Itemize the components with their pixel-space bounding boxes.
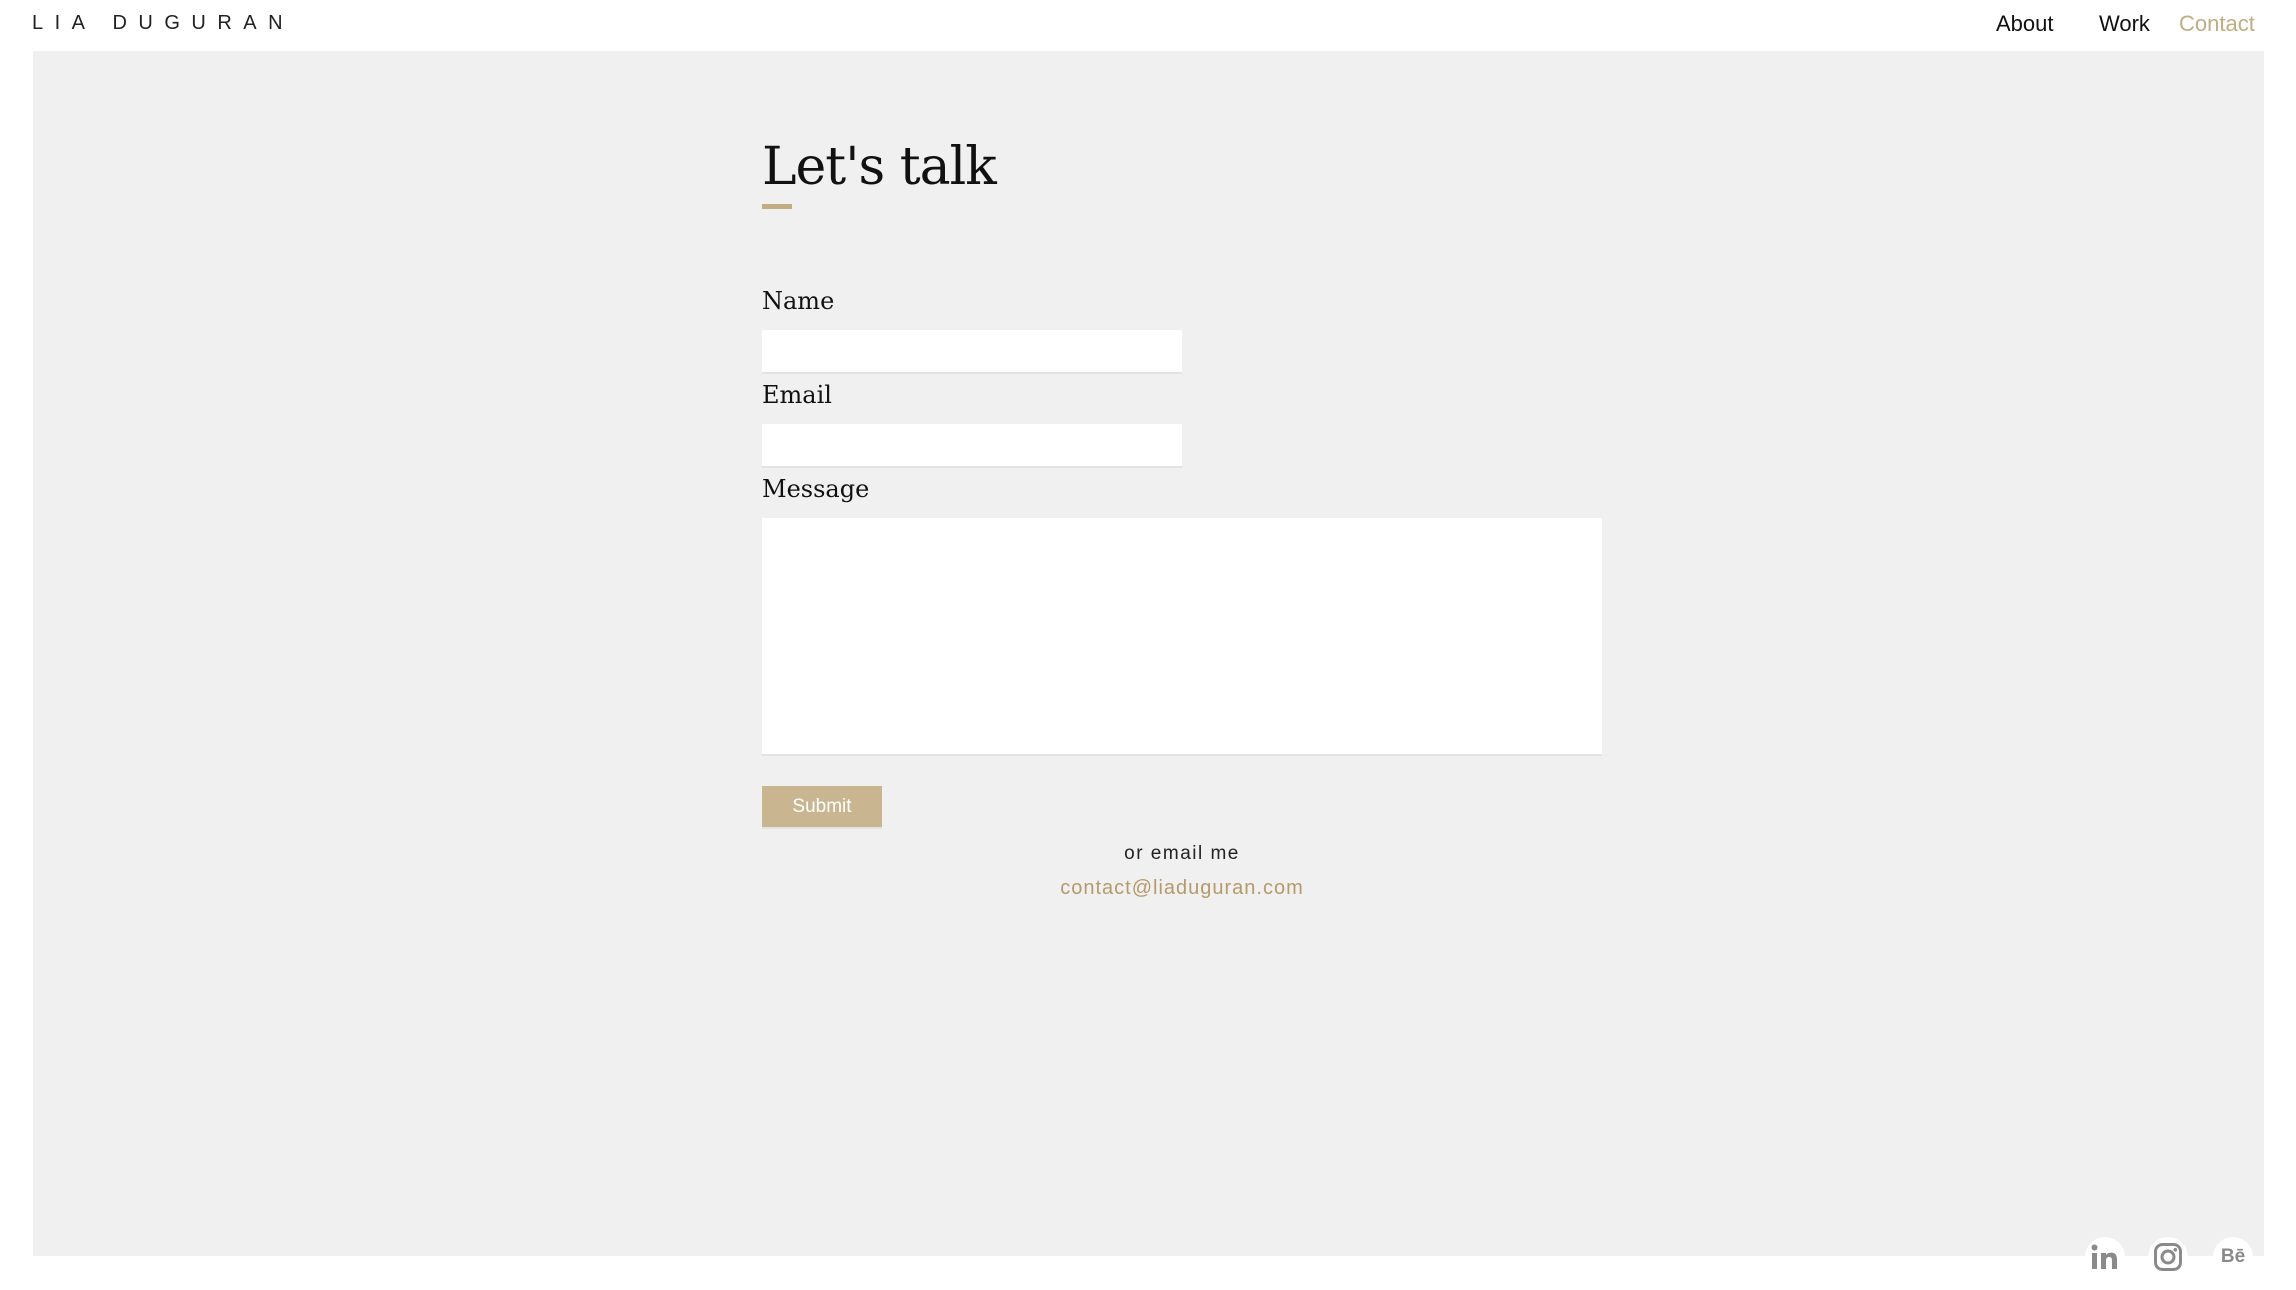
email-input[interactable] xyxy=(762,424,1182,468)
message-label: Message xyxy=(762,475,870,503)
nav-about-link[interactable]: About xyxy=(1996,11,2054,37)
email-label: Email xyxy=(762,381,832,409)
linkedin-button[interactable] xyxy=(2085,1237,2125,1277)
title-underline xyxy=(762,204,792,209)
instagram-button[interactable] xyxy=(2148,1237,2188,1277)
contact-email-link[interactable]: contact@liaduguran.com xyxy=(762,877,1602,900)
top-bar: LIA DUGURAN About Work Contact xyxy=(0,0,2296,51)
submit-button[interactable]: Submit xyxy=(762,786,882,829)
behance-icon: Bē xyxy=(2220,1246,2246,1267)
contact-form: Let's talk Name Email Message Submit or … xyxy=(762,132,1602,932)
name-label: Name xyxy=(762,287,835,315)
linkedin-icon xyxy=(2091,1244,2117,1269)
brand-logo[interactable]: LIA DUGURAN xyxy=(32,12,294,35)
email-alternative-text: or email me xyxy=(1124,843,1240,864)
message-textarea[interactable] xyxy=(762,518,1602,756)
contact-panel: Let's talk Name Email Message Submit or … xyxy=(33,51,2264,1256)
page-title: Let's talk xyxy=(762,137,997,197)
behance-button[interactable]: Bē xyxy=(2213,1237,2253,1277)
nav-contact-link[interactable]: Contact xyxy=(2179,11,2255,37)
name-input[interactable] xyxy=(762,330,1182,374)
instagram-icon xyxy=(2154,1243,2182,1271)
nav-work-link[interactable]: Work xyxy=(2099,11,2150,37)
